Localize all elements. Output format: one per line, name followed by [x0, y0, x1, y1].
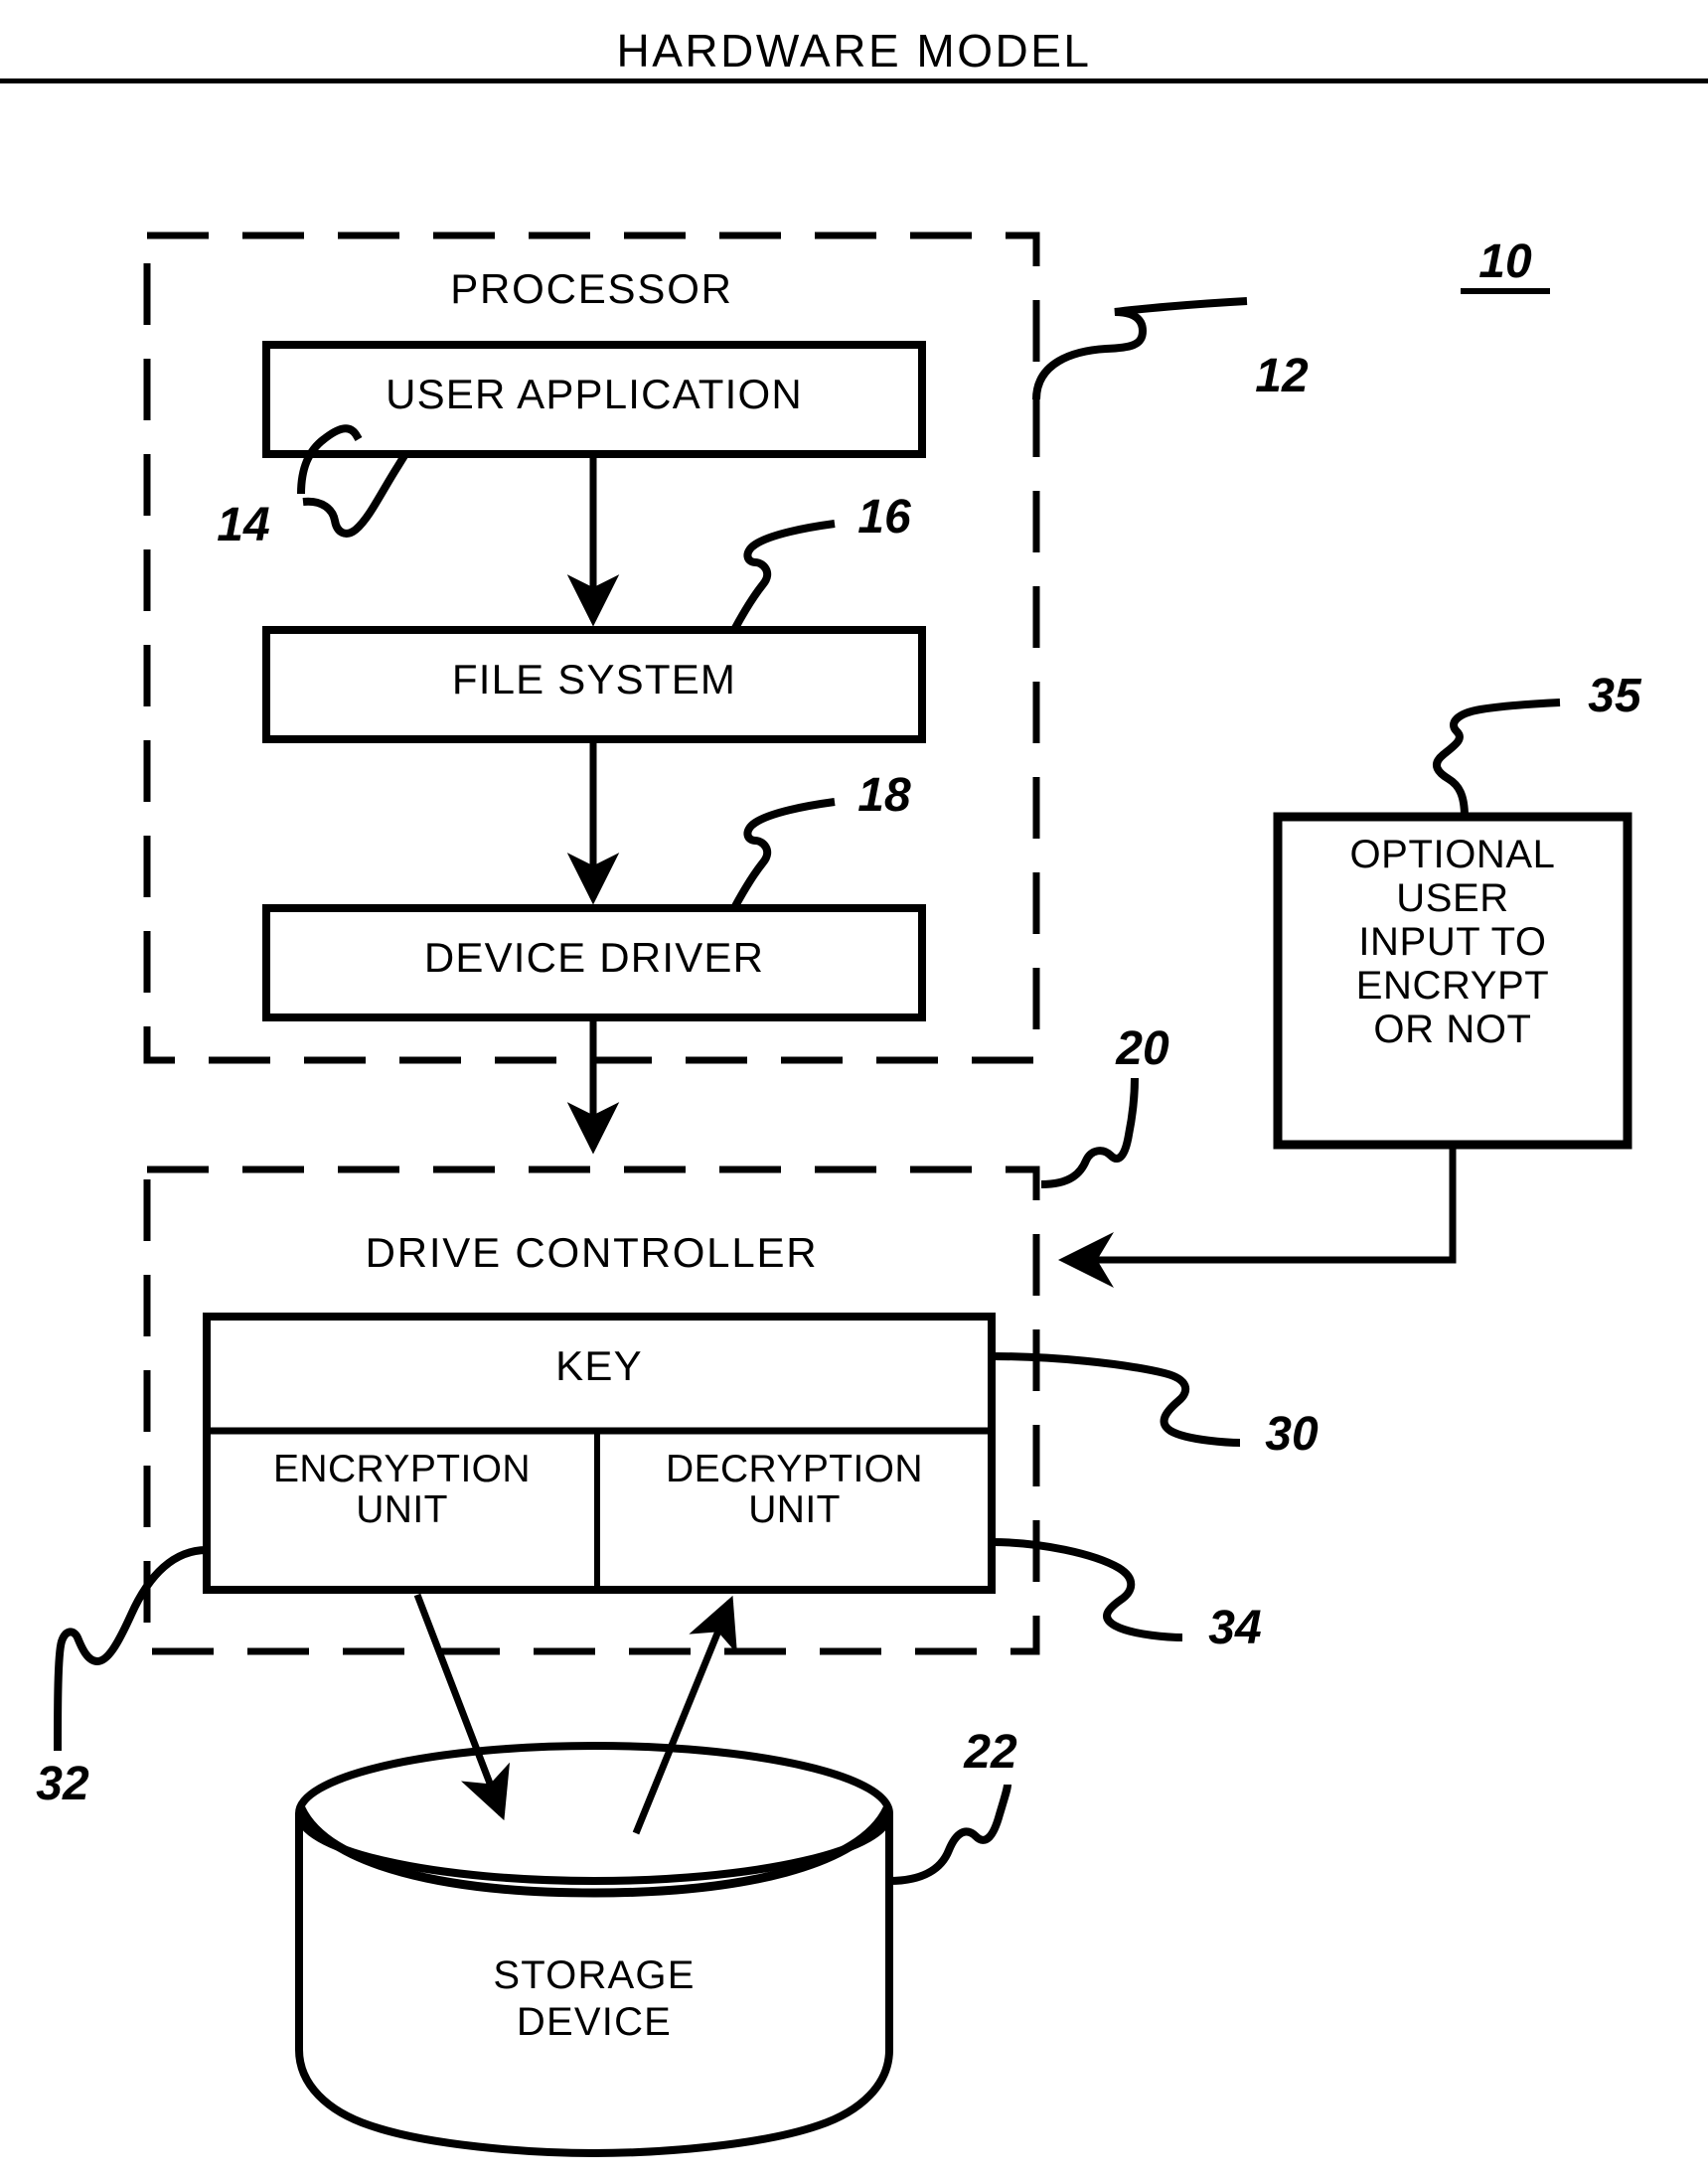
figure-title: HARDWARE MODEL: [0, 28, 1708, 83]
patent-figure-hardware-model: HARDWARE MODEL 10 PROCESSOR 12 USER APPL…: [0, 0, 1708, 2180]
lead-line-20: [1040, 1077, 1139, 1188]
lead-line-34: [991, 1538, 1183, 1641]
storage-device-line-1: STORAGE: [493, 1953, 696, 1997]
storage-cylinder-top-ellipse: [295, 1742, 893, 1885]
reference-number-32: 32: [36, 1758, 89, 1810]
encryption-unit-line-1: ENCRYPTION: [273, 1448, 531, 1490]
reference-number-16: 16: [857, 491, 911, 544]
optional-user-input-line-1: OPTIONAL: [1349, 833, 1556, 876]
optional-user-input-line-4: ENCRYPT: [1355, 964, 1550, 1008]
reference-number-30: 30: [1265, 1408, 1319, 1461]
storage-device-line-2: DEVICE: [516, 2000, 673, 2045]
reference-number-14: 14: [217, 499, 270, 551]
lead-line-30: [991, 1352, 1241, 1447]
optional-user-input-line-2: USER: [1396, 876, 1509, 920]
key-label: KEY: [555, 1342, 643, 1389]
reference-number-20: 20: [1116, 1022, 1169, 1075]
reference-number-22: 22: [964, 1726, 1017, 1779]
processor-section-label: PROCESSOR: [450, 265, 733, 312]
lead-line-22: [888, 1784, 1011, 1885]
lead-line-14-curve: [302, 451, 409, 538]
reference-number-18: 18: [857, 769, 911, 822]
user-application-label: USER APPLICATION: [386, 371, 803, 417]
lead-line-16: [731, 520, 836, 630]
optional-user-input-line-3: INPUT TO: [1358, 920, 1547, 964]
optional-user-input-text: OPTIONAL USER INPUT TO ENCRYPT OR NOT: [1278, 833, 1628, 1051]
reference-number-35: 35: [1588, 670, 1641, 722]
decryption-unit-text: DECRYPTION UNIT: [597, 1449, 992, 1531]
encryption-unit-text: ENCRYPTION UNIT: [207, 1449, 597, 1531]
encryption-unit-line-2: UNIT: [356, 1488, 448, 1532]
file-system-label: FILE SYSTEM: [451, 656, 737, 702]
storage-device-text: STORAGE DEVICE: [299, 1952, 889, 2046]
lead-line-18: [731, 798, 836, 908]
diagram-vector-layer: [54, 232, 1632, 2158]
reference-number-12: 12: [1255, 350, 1309, 402]
lead-line-35: [1433, 699, 1561, 818]
device-driver-label: DEVICE DRIVER: [423, 934, 765, 981]
decryption-unit-line-1: DECRYPTION: [666, 1448, 923, 1490]
lead-line-12: [1032, 297, 1248, 400]
optional-user-input-line-5: OR NOT: [1373, 1008, 1532, 1051]
reference-number-10: 10: [1461, 237, 1550, 294]
reference-number-34: 34: [1208, 1602, 1262, 1654]
drive-controller-section-label: DRIVE CONTROLLER: [365, 1229, 819, 1276]
optional-input-connector-arrow: [1058, 1145, 1457, 1288]
decryption-unit-line-2: UNIT: [748, 1488, 841, 1532]
